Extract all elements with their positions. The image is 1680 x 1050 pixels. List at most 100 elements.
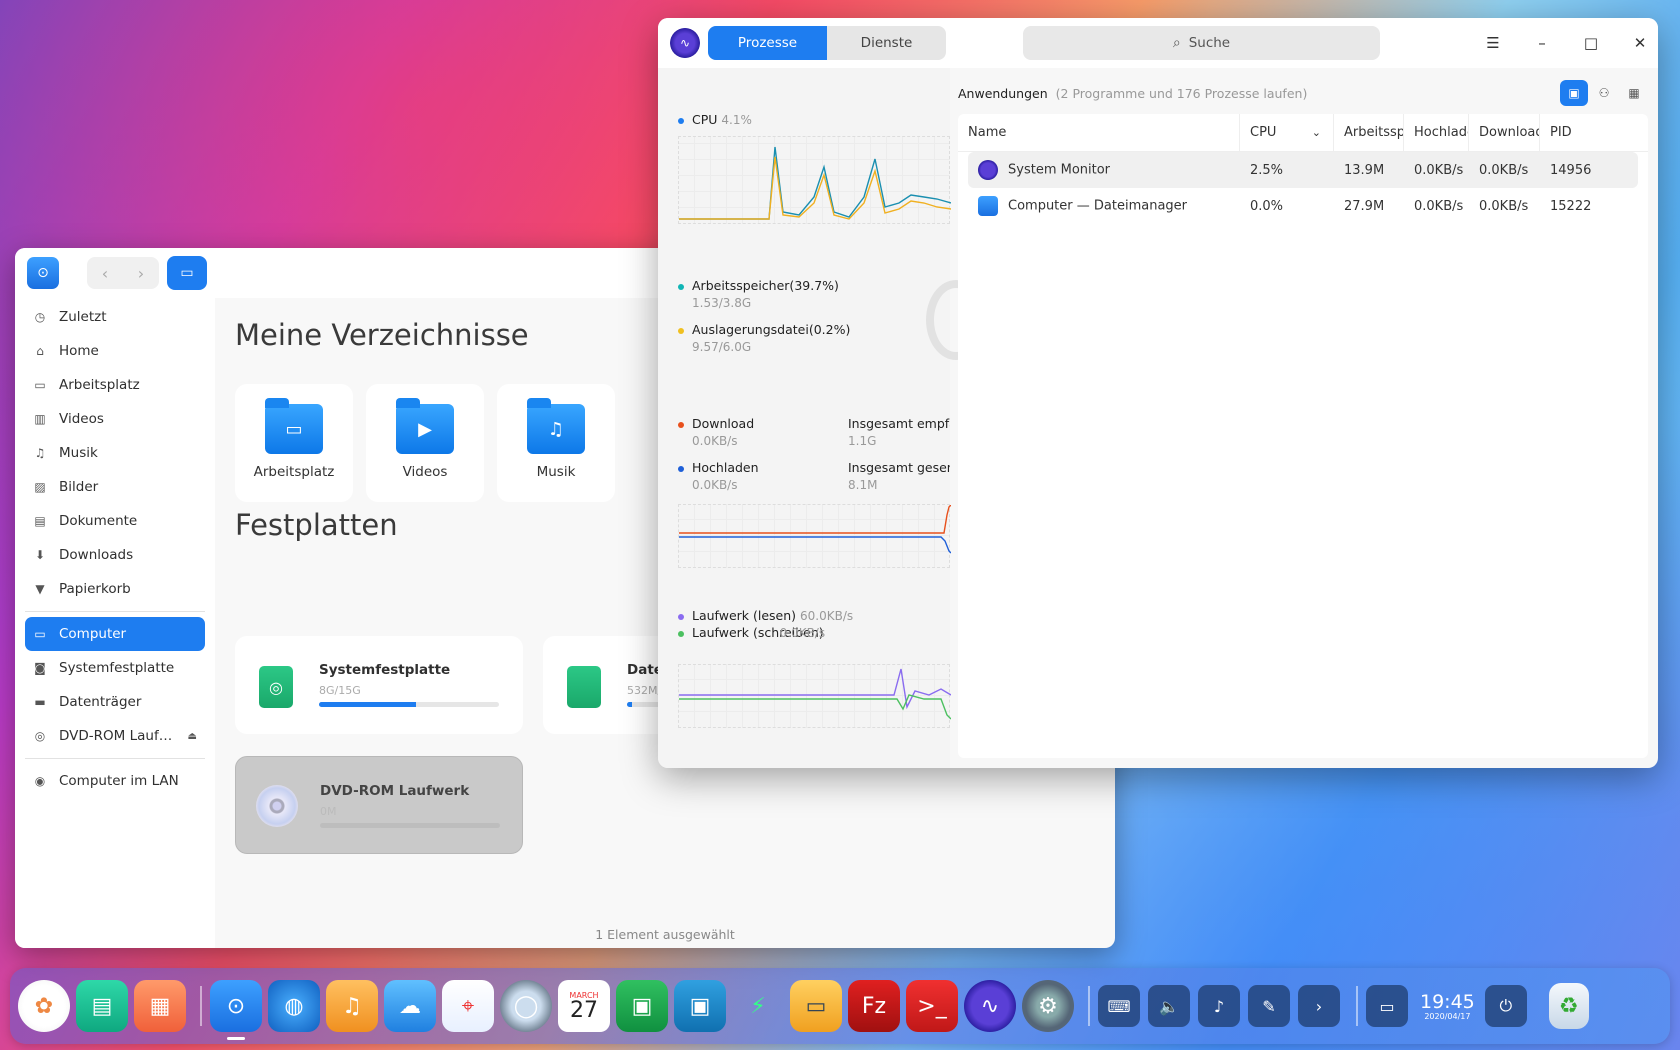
back-icon[interactable]: ‹: [87, 257, 123, 289]
calendar-icon[interactable]: MARCH 27: [558, 980, 610, 1032]
sidebar-item-videos[interactable]: ▥ Videos: [25, 402, 205, 436]
sidebar-item-label: Zuletzt: [59, 309, 107, 325]
film-icon: ▥: [34, 412, 46, 426]
sidebar-item-computer-im-lan[interactable]: ◉ Computer im LAN: [25, 764, 205, 798]
settings-icon[interactable]: ⚙: [1022, 980, 1074, 1032]
folder-card[interactable]: ♫ Musik: [497, 384, 615, 502]
computer-icon: ▭: [34, 627, 46, 641]
system-monitor-icon[interactable]: ∿: [964, 980, 1016, 1032]
browser-icon[interactable]: ◍: [268, 980, 320, 1032]
pid-cell: 15222: [1550, 198, 1592, 214]
image-icon: ▨: [34, 480, 46, 494]
memory-label: Arbeitsspeicher(39.7%): [678, 278, 839, 293]
filezilla-icon[interactable]: Fz: [848, 980, 900, 1032]
tab-services[interactable]: Dienste: [827, 26, 946, 60]
column-memory[interactable]: Arbeitsspe: [1334, 113, 1404, 152]
eject-icon[interactable]: ⏏: [188, 731, 197, 742]
upload-dot-icon: [678, 465, 684, 472]
sidebar-item-bilder[interactable]: ▨ Bilder: [25, 470, 205, 504]
sidebar-item-papierkorb[interactable]: ▼ Papierkorb: [25, 572, 205, 606]
sidebar-item-computer[interactable]: ▭ Computer: [25, 617, 205, 651]
swap-label: Auslagerungsdatei(0.2%): [678, 322, 850, 337]
screenshot-icon[interactable]: ✎: [1248, 985, 1290, 1027]
home-icon: ⌂: [36, 344, 44, 358]
column-download[interactable]: Download: [1469, 113, 1540, 152]
file-manager-icon[interactable]: ⊙: [210, 980, 262, 1040]
maps-icon[interactable]: ⌖: [442, 980, 494, 1032]
sort-chevron-down-icon: ⌄: [1311, 125, 1321, 139]
memory-dot-icon: [678, 283, 684, 290]
network-chart: [678, 504, 952, 568]
music-player-icon[interactable]: ♫: [326, 980, 378, 1032]
notification-bell-icon[interactable]: ♪: [1198, 985, 1240, 1027]
sidebar-item-home[interactable]: ⌂ Home: [25, 334, 205, 368]
sidebar-item-arbeitsplatz[interactable]: ▭ Arbeitsplatz: [25, 368, 205, 402]
process-table: Name CPU⌄ Arbeitsspe Hochladen Download …: [958, 113, 1648, 758]
column-pid[interactable]: PID: [1540, 114, 1610, 152]
table-row[interactable]: Computer — Dateimanager 0.0% 27.9M 0.0KB/s 0…: [968, 188, 1638, 224]
disc-icon: ◎: [34, 729, 46, 743]
maximize-icon[interactable]: □: [1576, 28, 1606, 58]
apps-view-icon[interactable]: ▣: [1560, 80, 1588, 106]
cpu-value: 4.1%: [721, 113, 752, 127]
camera-icon[interactable]: ◯: [500, 980, 552, 1032]
remote-desktop-icon[interactable]: ▭: [790, 980, 842, 1032]
disk-card[interactable]: ◎ Systemfestplatte 8G/15G: [235, 636, 523, 734]
process-name-cell: Computer — Dateimanager: [968, 196, 1240, 216]
menu-icon[interactable]: ☰: [1478, 28, 1508, 58]
process-panel: Anwendungen (2 Programme und 176 Prozesse…: [958, 68, 1648, 758]
table-row[interactable]: System Monitor 2.5% 13.9M 0.0KB/s 0.0KB/s 149…: [968, 152, 1638, 188]
trash-bin-icon[interactable]: ♻: [1548, 983, 1589, 1029]
user-processes-icon[interactable]: ⚇: [1590, 80, 1618, 106]
forward-icon[interactable]: ›: [123, 257, 159, 289]
system-monitor-logo-icon[interactable]: ∿: [670, 28, 700, 58]
onboard-keyboard-icon[interactable]: ▭: [1366, 985, 1408, 1027]
view-switcher: ▣ ⚇ ▦: [1560, 80, 1648, 106]
weather-icon[interactable]: ☁: [384, 980, 436, 1032]
all-processes-icon[interactable]: ▦: [1620, 80, 1648, 106]
disk-read-dot-icon: [678, 613, 684, 620]
folder-card[interactable]: ▭ Arbeitsplatz: [235, 384, 353, 502]
column-upload[interactable]: Hochladen: [1404, 113, 1469, 152]
editor-icon[interactable]: ▣: [674, 980, 726, 1032]
swap-value: 9.57/6.0G: [692, 340, 752, 354]
cpu-dot-icon: [678, 117, 684, 124]
sidebar-item-dvd-rom-lauf[interactable]: ◎ DVD-ROM Lauf… ⏏: [25, 719, 205, 753]
sidebar-item-dokumente[interactable]: ▤ Dokumente: [25, 504, 205, 538]
column-cpu[interactable]: CPU ⌄: [1240, 113, 1334, 152]
power-icon[interactable]: ⏻: [1484, 985, 1527, 1027]
notes-icon[interactable]: ▣: [616, 980, 668, 1032]
sidebar-item-zuletzt[interactable]: ◷ Zuletzt: [25, 300, 205, 334]
launcher-icon[interactable]: ✿: [18, 980, 70, 1032]
keyboard-icon[interactable]: ⌨: [1098, 985, 1140, 1027]
system-monitor-titlebar: ∿ Prozesse Dienste ⌕ Suche ☰ – □ ✕: [658, 18, 1658, 68]
power-manager-icon[interactable]: ⚡: [732, 980, 784, 1032]
computer-view-button[interactable]: ▭: [167, 256, 207, 290]
expand-tray-icon[interactable]: ›: [1298, 985, 1340, 1027]
search-icon: ⌕: [1172, 35, 1181, 51]
disk-name: Systemfestplatte: [319, 662, 451, 678]
file-manager-logo-icon[interactable]: ⊙: [27, 257, 59, 289]
volume-icon[interactable]: 🔈: [1148, 985, 1190, 1027]
sidebar-item-musik[interactable]: ♫ Musik: [25, 436, 205, 470]
search-input[interactable]: ⌕ Suche: [1023, 26, 1380, 60]
sidebar-item-downloads[interactable]: ⬇ Downloads: [25, 538, 205, 572]
sidebar-item-label: Arbeitsplatz: [59, 377, 140, 393]
minimize-icon[interactable]: –: [1527, 28, 1557, 58]
multitask-icon[interactable]: ▤: [76, 980, 128, 1032]
appstore-icon[interactable]: ▦: [134, 980, 186, 1032]
close-icon[interactable]: ✕: [1625, 28, 1655, 58]
sidebar-item-label: Videos: [59, 411, 104, 427]
sidebar-item-datenträger[interactable]: ▬ Datenträger: [25, 685, 205, 719]
terminal-icon[interactable]: >_: [906, 980, 958, 1032]
clock[interactable]: 19:45 2020/04/17: [1420, 992, 1475, 1021]
disk-chart: [678, 664, 952, 728]
sidebar-item-systemfestplatte[interactable]: ◙ Systemfestplatte: [25, 651, 205, 685]
tab-processes[interactable]: Prozesse: [708, 26, 827, 60]
upload-cell: 0.0KB/s: [1414, 198, 1464, 214]
dvd-drive-card[interactable]: DVD-ROM Laufwerk 0M: [235, 756, 523, 854]
applications-header: Anwendungen (2 Programme und 176 Prozesse…: [958, 86, 1308, 101]
column-name[interactable]: Name: [958, 113, 1240, 152]
download-icon: ⬇: [34, 548, 46, 562]
folder-card[interactable]: ▶ Videos: [366, 384, 484, 502]
